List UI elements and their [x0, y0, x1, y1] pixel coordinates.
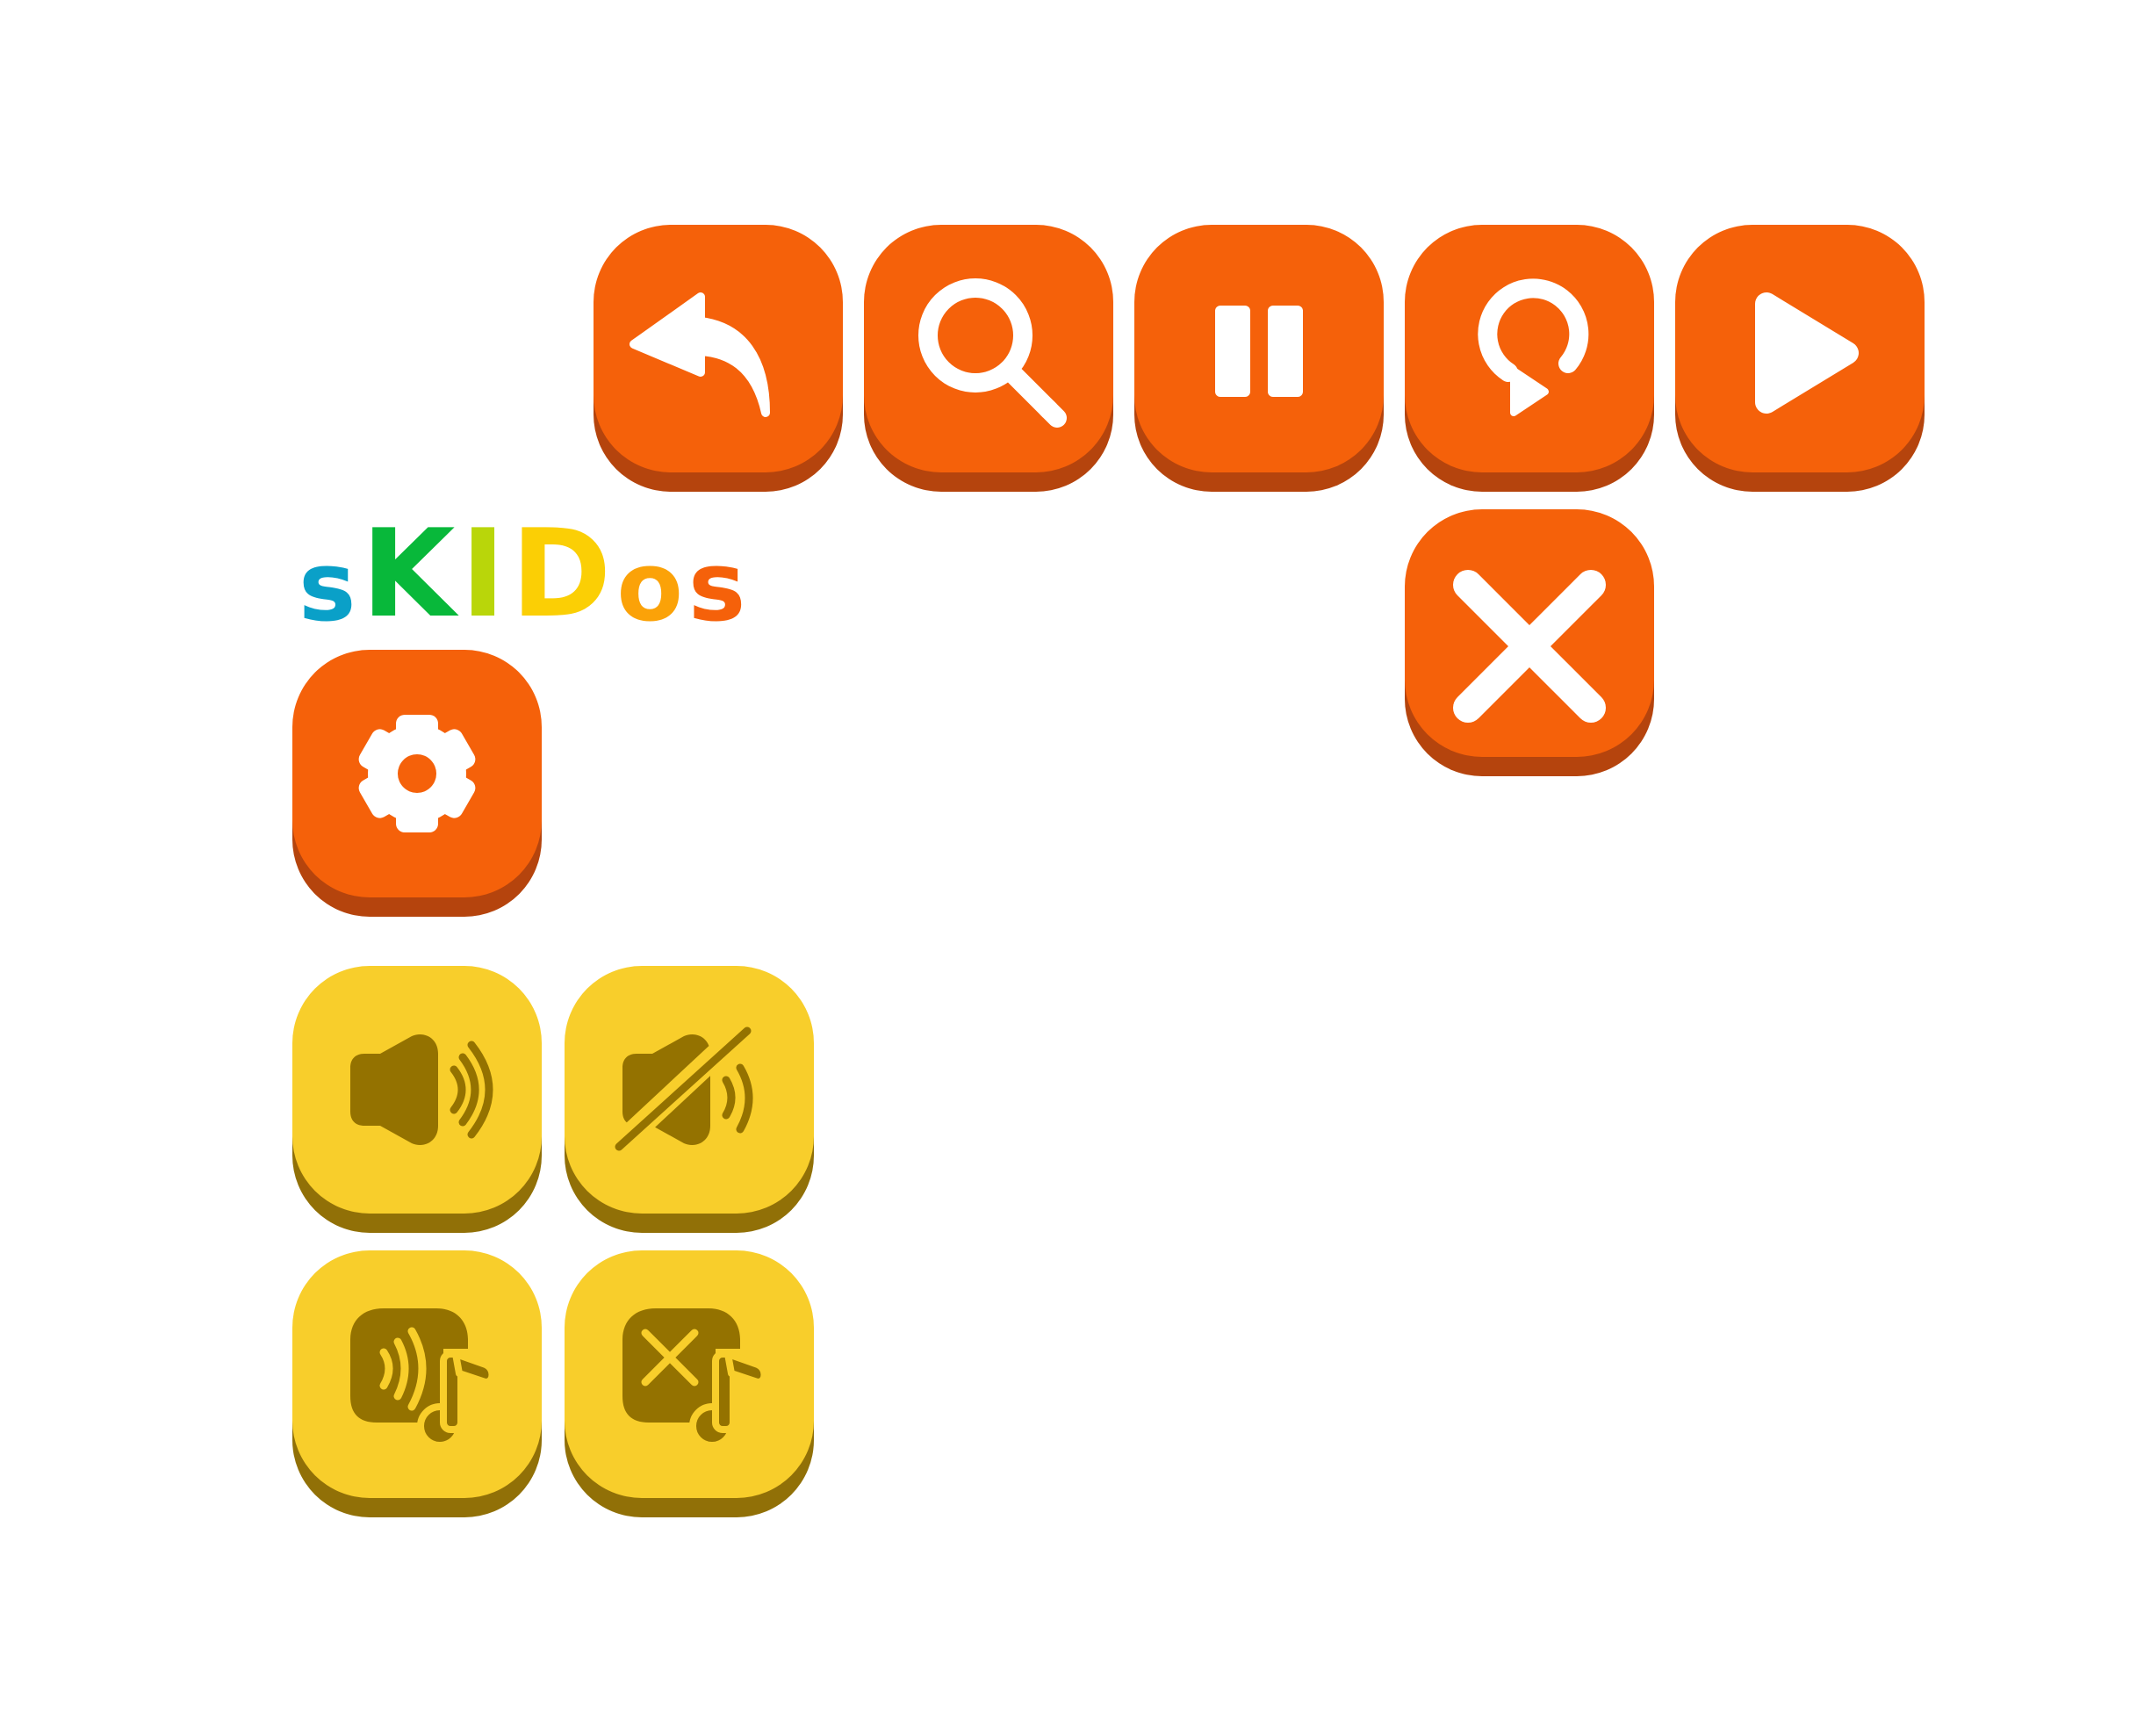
logo-letter-6: s: [687, 530, 752, 643]
logo-letter-3: I: [460, 503, 511, 645]
logo-letter-4: D: [510, 503, 617, 645]
voice-music-off-icon: [622, 1308, 768, 1449]
close-icon: [1453, 570, 1606, 723]
restart-icon: [1478, 278, 1589, 416]
voice-music-on-button[interactable]: [292, 1250, 542, 1517]
back-button[interactable]: [594, 225, 843, 492]
magnifier-icon: [918, 278, 1067, 428]
play-button[interactable]: [1675, 225, 1925, 492]
zoom-button[interactable]: [864, 225, 1113, 492]
logo-letter-5: o: [616, 530, 688, 643]
close-button[interactable]: [1405, 509, 1654, 776]
settings-button[interactable]: [292, 650, 542, 917]
sound-off-button[interactable]: [565, 966, 814, 1233]
sound-on-button[interactable]: [292, 966, 542, 1233]
voice-music-off-button[interactable]: [565, 1250, 814, 1517]
speaker-on-icon: [350, 1034, 493, 1145]
play-icon: [1755, 292, 1859, 414]
skidos-logo: s K I D o s: [299, 503, 752, 645]
pause-icon: [1215, 306, 1303, 397]
logo-letter-1: s: [299, 530, 362, 643]
speaker-muted-icon: [608, 1020, 753, 1157]
voice-music-on-icon: [350, 1308, 496, 1449]
back-arrow-icon: [630, 292, 770, 417]
gear-icon: [358, 715, 476, 832]
restart-button[interactable]: [1405, 225, 1654, 492]
logo-letter-2: K: [361, 503, 461, 645]
pause-button[interactable]: [1134, 225, 1384, 492]
